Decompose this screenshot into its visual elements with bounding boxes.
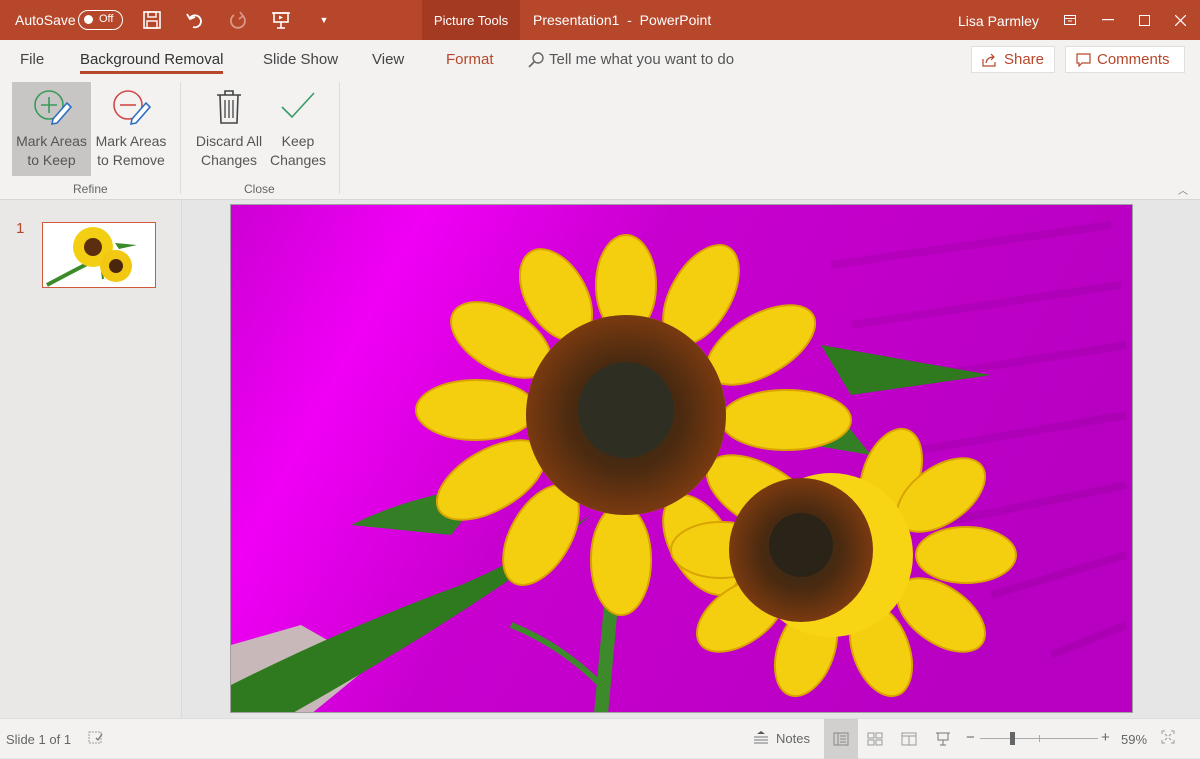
slide-counter: Slide 1 of 1 — [6, 732, 72, 747]
mark-keep-line1: Mark Areas — [16, 133, 87, 149]
ribbon: Mark Areas to Keep Mark Areas to Remove … — [0, 78, 1200, 200]
user-name[interactable]: Lisa Parmley — [958, 13, 1039, 29]
zoom-level[interactable]: 59% — [1121, 732, 1147, 747]
tab-file[interactable]: File — [20, 51, 44, 68]
comments-label: Comments — [1097, 51, 1170, 68]
notes-label: Notes — [776, 730, 810, 746]
slide-sorter-view-button[interactable] — [858, 719, 892, 759]
discard-line1: Discard All — [195, 133, 263, 149]
customize-dropdown-icon[interactable]: ▼ — [312, 8, 336, 32]
group-label-close: Close — [244, 182, 275, 196]
keep-line1: Keep — [281, 133, 315, 149]
comments-button[interactable]: Comments — [1065, 46, 1185, 73]
zoom-slider-thumb[interactable] — [1010, 732, 1016, 745]
ribbon-display-options-icon[interactable] — [1060, 10, 1080, 30]
reading-view-icon — [901, 732, 917, 746]
mark-remove-line1: Mark Areas — [95, 133, 167, 149]
search-icon — [528, 51, 544, 68]
mark-keep-line2: to Keep — [27, 152, 76, 168]
redo-icon[interactable] — [226, 8, 250, 32]
mark-keep-icon — [33, 90, 72, 126]
minimize-icon[interactable] — [1098, 10, 1118, 30]
mark-areas-to-remove-button[interactable]: Mark Areas to Remove — [92, 82, 170, 176]
autosave-state: Off — [99, 13, 114, 25]
document-title: Presentation1 - PowerPoint — [533, 12, 712, 28]
toggle-knob — [84, 15, 93, 24]
close-icon[interactable] — [1170, 10, 1190, 30]
slide-canvas[interactable] — [230, 204, 1133, 713]
mark-areas-to-keep-button[interactable]: Mark Areas to Keep — [12, 82, 91, 176]
save-icon[interactable] — [140, 8, 164, 32]
zoom-out-button[interactable]: − — [966, 729, 975, 746]
sunflower-picture-with-removal-overlay[interactable] — [231, 205, 1133, 713]
undo-icon[interactable] — [183, 8, 207, 32]
normal-view-icon — [833, 732, 849, 746]
fit-slide-to-window-icon[interactable] — [1161, 730, 1175, 747]
accessibility-checker-icon[interactable] — [88, 731, 104, 748]
tell-me-search[interactable]: Tell me what you want to do — [528, 51, 734, 68]
slide-show-view-button[interactable] — [926, 719, 960, 759]
group-label-refine: Refine — [73, 182, 108, 196]
normal-view-button[interactable] — [824, 719, 858, 759]
discard-line2: Changes — [200, 152, 258, 168]
picture-tools-label: Picture Tools — [422, 0, 520, 40]
collapse-ribbon-icon[interactable]: ︿ — [1178, 182, 1188, 197]
keep-changes-button[interactable]: Keep Changes — [266, 82, 330, 176]
mark-remove-line2: to Remove — [97, 152, 165, 168]
discard-all-changes-button[interactable]: Discard All Changes — [192, 82, 266, 176]
autosave-toggle[interactable]: Off — [78, 10, 123, 30]
share-icon — [982, 53, 996, 67]
slideshow-icon — [936, 732, 950, 746]
sunflower-thumbnail-image — [43, 223, 155, 287]
zoom-slider-midmark — [1039, 735, 1040, 742]
keep-line2: Changes — [269, 152, 327, 168]
tab-view[interactable]: View — [372, 51, 404, 68]
slide-editing-area — [182, 200, 1200, 718]
slide-number: 1 — [16, 220, 25, 237]
share-label: Share — [1003, 51, 1044, 68]
maximize-icon[interactable] — [1134, 10, 1154, 30]
zoom-in-button[interactable]: + — [1101, 729, 1110, 746]
comment-icon — [1076, 52, 1091, 67]
group-divider — [339, 82, 340, 194]
autosave-label: AutoSave — [15, 12, 76, 28]
notes-button[interactable]: Notes — [752, 730, 810, 746]
group-divider — [180, 82, 181, 194]
reading-view-button[interactable] — [892, 719, 926, 759]
slide-thumbnail[interactable] — [42, 222, 156, 288]
slide-thumbnail-pane: 1 — [0, 200, 182, 718]
slide-sorter-icon — [867, 732, 883, 746]
notes-icon — [754, 731, 768, 744]
trash-icon — [217, 90, 241, 124]
checkmark-icon — [281, 92, 315, 119]
share-button[interactable]: Share — [971, 46, 1055, 73]
tab-slide-show[interactable]: Slide Show — [263, 51, 338, 68]
mark-remove-icon — [113, 90, 152, 126]
tab-background-removal[interactable]: Background Removal — [80, 51, 224, 74]
status-bar: Slide 1 of 1 Notes − + 59% — [0, 718, 1200, 759]
present-icon[interactable] — [269, 8, 293, 32]
tab-format[interactable]: Format — [446, 51, 494, 68]
title-bar: AutoSave Off ▼ Picture Tools Presentatio… — [0, 0, 1200, 40]
tell-me-placeholder: Tell me what you want to do — [549, 51, 735, 68]
